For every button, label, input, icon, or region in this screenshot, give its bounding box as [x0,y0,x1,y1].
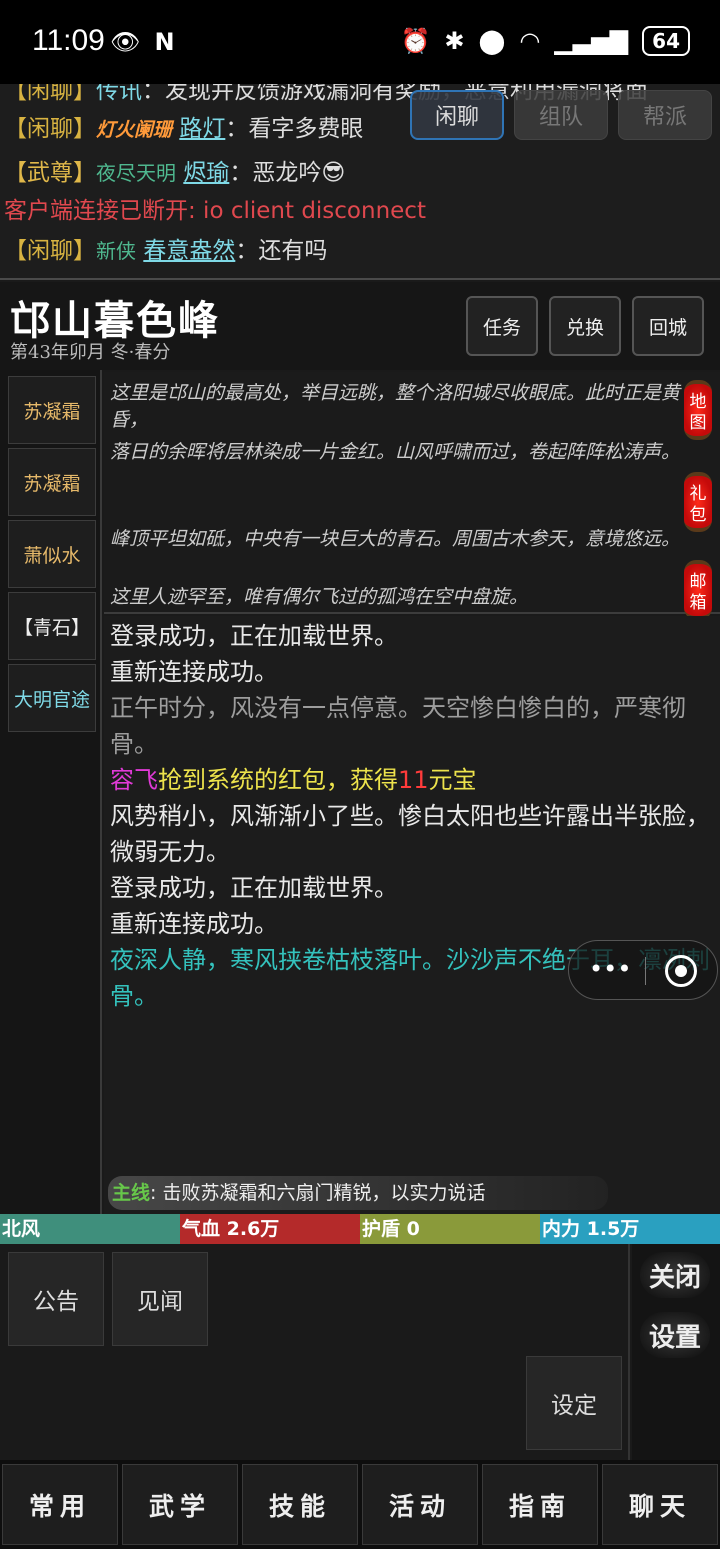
bluetooth-icon: ✱ [444,27,465,55]
nav-skills[interactable]: 技能 [242,1464,358,1545]
bottom-nav: 常用 武学 技能 活动 指南 聊天 [0,1460,720,1549]
nav-common[interactable]: 常用 [2,1464,118,1545]
npc-item[interactable]: 苏凝霜 [8,448,96,516]
side-panel: 关闭 设置 [632,1244,720,1460]
chat-tab-chat[interactable]: 闲聊 [410,90,504,140]
player-title: 灯火阑珊 [96,119,173,141]
npc-item[interactable]: 苏凝霜 [8,376,96,444]
chat-tab-guild[interactable]: 帮派 [618,90,712,140]
log-line: 风势稍小，风渐渐小了些。惨白太阳也些许露出半张脸，微弱无力。 [110,802,710,866]
description-paragraph: 这里人迹罕至，唯有偶尔飞过的孤鸿在空中盘旋。 [110,586,529,608]
log-line: 登录成功，正在加载世界。 [110,622,398,650]
npc-item[interactable]: 大明官途 [8,664,96,732]
signal-icon: ▁▃▅▇ [554,27,629,55]
player-name[interactable]: 烬瑜 [183,160,229,186]
description-paragraph: 落日的余晖将层林染成一片金红。山风呼啸而过，卷起阵阵松涛声。 [110,441,681,463]
log-line: 登录成功，正在加载世界。 [110,874,398,902]
nav-chat[interactable]: 聊天 [602,1464,718,1545]
return-city-button[interactable]: 回城 [632,296,704,356]
news-button[interactable]: 见闻 [112,1252,208,1346]
eye-icon: 👁 [110,28,141,56]
scene-description: 这里是邙山的最高处，举目远眺，整个洛阳城尽收眼底。此时正是黄昏， 落日的余晖将层… [104,372,720,614]
action-panel: 公告 见闻 设定 [0,1244,630,1460]
nav-activities[interactable]: 活动 [362,1464,478,1545]
system-message: 客户端连接已断开: io client disconnect [4,198,426,224]
main-quest-tracker[interactable]: 主线: 击败苏凝霜和六扇门精锐，以实力说话 [108,1176,608,1210]
mini-program-capsule: ••• [568,940,718,1000]
divider [645,957,646,985]
close-button[interactable]: 关闭 [640,1252,710,1298]
nfc-icon: N [154,28,175,56]
message-log: 登录成功，正在加载世界。 重新连接成功。 正午时分，风没有一点停意。天空惨白惨白… [104,616,720,1214]
player-title: 新侠 [96,239,136,263]
world-chat-panel[interactable]: 【闲聊】传讯：发现并反馈游戏漏洞有奖励，恶意利用漏洞将面 【闲聊】灯火阑珊 路灯… [0,84,720,280]
more-icon[interactable]: ••• [589,957,631,981]
wifi-icon: ◠ [519,27,541,55]
stat-hp: 气血 2.6万 [180,1214,360,1244]
chat-line: 【武尊】夜尽天明 烬瑜：恶龙吟😎 [4,160,346,186]
quest-button[interactable]: 任务 [466,296,538,356]
log-line: 重新连接成功。 [110,658,278,686]
npc-list: 苏凝霜 苏凝霜 萧似水 【青石】 大明官途 [0,370,102,1214]
exchange-button[interactable]: 兑换 [549,296,621,356]
close-mini-program-icon[interactable] [665,955,697,987]
description-paragraph: 峰顶平坦如砥，中央有一块巨大的青石。周围古木参天，意境悠远。 [110,528,681,550]
log-line: 容飞抢到系统的红包，获得11元宝 [110,766,477,794]
player-title: 夜尽天明 [96,161,176,185]
location-icon: ⬤ [478,27,506,55]
player-name[interactable]: 春意盎然 [143,238,235,264]
player-name[interactable]: 路灯 [179,116,225,142]
chat-tab-team[interactable]: 组队 [514,90,608,140]
location-header: 邙山暮色峰 第43年卯月 冬·春分 任务 兑换 回城 [0,282,720,370]
nav-martial-arts[interactable]: 武学 [122,1464,238,1545]
clock: 11:09 [32,24,105,57]
chat-line: 【闲聊】灯火阑珊 路灯：看字多费眼 [4,116,364,142]
settings-button[interactable]: 设置 [640,1312,710,1358]
game-date: 第43年卯月 冬·春分 [10,342,171,363]
stat-mana: 内力 1.5万 [540,1214,720,1244]
stats-bar: 北风 气血 2.6万 护盾 0 内力 1.5万 [0,1214,720,1244]
config-button[interactable]: 设定 [526,1356,622,1450]
gift-lantern-button[interactable]: 礼包 [684,472,712,532]
nav-guide[interactable]: 指南 [482,1464,598,1545]
log-line: 正午时分，风没有一点停意。天空惨白惨白的，严寒彻骨。 [110,694,686,758]
map-lantern-button[interactable]: 地图 [684,380,712,440]
status-bar: 11:09 👁 N ⏰ ✱ ⬤ ◠ ▁▃▅▇ 64 [0,0,720,84]
npc-item[interactable]: 【青石】 [8,592,96,660]
stat-weather: 北风 [0,1214,180,1244]
alarm-icon: ⏰ [400,27,431,55]
mail-lantern-button[interactable]: 邮箱 [684,560,712,620]
log-line: 重新连接成功。 [110,910,278,938]
notice-button[interactable]: 公告 [8,1252,104,1346]
stat-shield: 护盾 0 [360,1214,540,1244]
battery-icon: 64 [642,26,690,56]
npc-item[interactable]: 萧似水 [8,520,96,588]
description-paragraph: 这里是邙山的最高处，举目远眺，整个洛阳城尽收眼底。此时正是黄昏， [110,382,681,431]
chat-line: 【闲聊】新侠 春意盎然：还有吗 [4,238,328,264]
